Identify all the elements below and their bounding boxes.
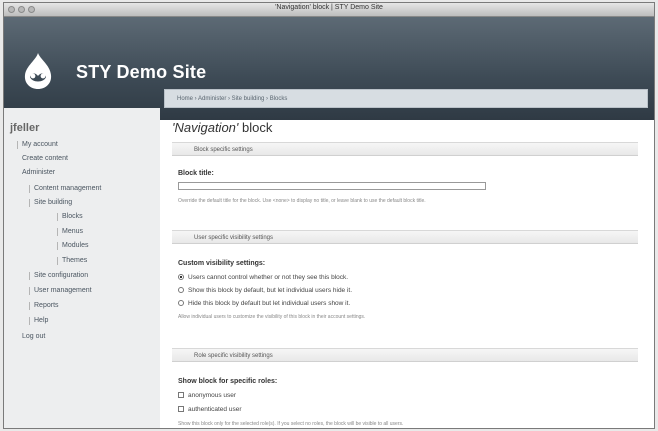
role-authenticated-label: authenticated user xyxy=(188,406,242,413)
custom-visibility-description: Allow individual users to customize the … xyxy=(178,314,366,320)
tree-line xyxy=(29,287,30,295)
visibility-option-hide-default-label: Hide this block by default but let indiv… xyxy=(188,300,351,307)
tree-line xyxy=(29,302,30,310)
nav-content-management[interactable]: Content management xyxy=(34,185,101,192)
nav-my-account[interactable]: My account xyxy=(22,141,58,148)
radio-icon[interactable] xyxy=(178,300,184,306)
title-bar: 'Navigation' block | STY Demo Site xyxy=(4,3,654,17)
visibility-option-show-default-label: Show this block by default, but let indi… xyxy=(188,287,353,294)
block-title-description: Override the default title for the block… xyxy=(178,198,426,204)
visibility-option-show-default[interactable]: Show this block by default, but let indi… xyxy=(178,287,352,294)
block-settings-section[interactable]: Block specific settings xyxy=(172,142,638,156)
username: jfeller xyxy=(10,122,40,134)
role-authenticated[interactable]: authenticated user xyxy=(178,406,241,413)
window-title: 'Navigation' block | STY Demo Site xyxy=(275,4,383,11)
checkbox-icon[interactable] xyxy=(178,392,184,398)
nav-menus[interactable]: Menus xyxy=(62,228,83,235)
nav-blocks[interactable]: Blocks xyxy=(62,213,83,220)
nav-user-management[interactable]: User management xyxy=(34,287,92,294)
drupal-logo-icon[interactable] xyxy=(20,51,56,91)
roles-description: Show this block only for the selected ro… xyxy=(178,421,404,427)
page-title: 'Navigation' block xyxy=(172,120,272,135)
roles-label: Show block for specific roles: xyxy=(178,378,278,385)
custom-visibility-label: Custom visibility settings: xyxy=(178,260,266,267)
role-visibility-section[interactable]: Role specific visibility settings xyxy=(172,348,638,362)
visibility-option-no-control[interactable]: Users cannot control whether or not they… xyxy=(178,274,348,281)
block-title-input[interactable] xyxy=(178,182,486,190)
page-title-suffix: block xyxy=(238,120,273,135)
nav-help[interactable]: Help xyxy=(34,317,48,324)
tree-line xyxy=(29,317,30,325)
site-name[interactable]: STY Demo Site xyxy=(76,62,206,83)
tree-line xyxy=(57,213,58,221)
role-anonymous[interactable]: anonymous user xyxy=(178,392,236,399)
tree-line xyxy=(57,228,58,236)
radio-icon[interactable] xyxy=(178,287,184,293)
nav-create-content[interactable]: Create content xyxy=(22,155,68,162)
role-anonymous-label: anonymous user xyxy=(188,392,237,399)
tree-line xyxy=(29,272,30,280)
checkbox-icon[interactable] xyxy=(178,406,184,412)
nav-log-out[interactable]: Log out xyxy=(22,333,45,340)
radio-selected-icon[interactable] xyxy=(178,274,184,280)
visibility-option-no-control-label: Users cannot control whether or not they… xyxy=(188,274,349,281)
tree-line xyxy=(57,242,58,250)
tree-line xyxy=(29,185,30,193)
browser-window: 'Navigation' block | STY Demo Site STY D… xyxy=(3,2,655,429)
nav-administer[interactable]: Administer xyxy=(22,169,55,176)
tree-line xyxy=(17,141,18,149)
nav-modules[interactable]: Modules xyxy=(62,242,88,249)
sidebar: jfeller My account Create content Admini… xyxy=(4,108,160,428)
tree-line xyxy=(29,199,30,207)
user-visibility-section[interactable]: User specific visibility settings xyxy=(172,230,638,244)
breadcrumb[interactable]: Home › Administer › Site building › Bloc… xyxy=(164,89,648,108)
block-title-label: Block title: xyxy=(178,170,214,177)
tree-line xyxy=(57,257,58,265)
nav-themes[interactable]: Themes xyxy=(62,257,87,264)
nav-reports[interactable]: Reports xyxy=(34,302,59,309)
page-title-block-name: 'Navigation' xyxy=(172,120,239,135)
nav-site-configuration[interactable]: Site configuration xyxy=(34,272,88,279)
nav-site-building[interactable]: Site building xyxy=(34,199,72,206)
visibility-option-hide-default[interactable]: Hide this block by default but let indiv… xyxy=(178,300,350,307)
